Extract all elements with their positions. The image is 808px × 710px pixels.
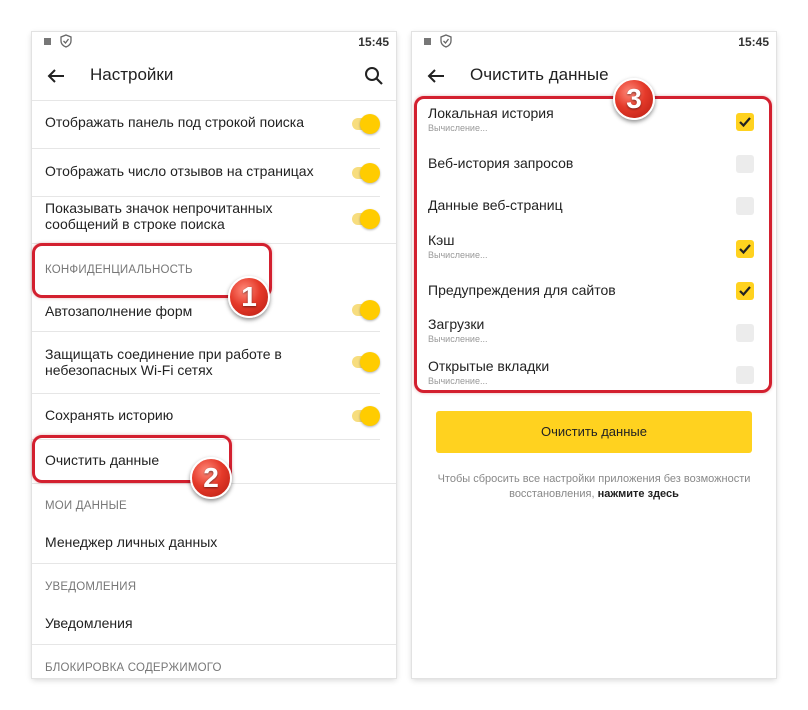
search-icon[interactable] xyxy=(362,64,386,88)
clear-data-button[interactable]: Очистить данные xyxy=(436,411,752,453)
toggle-switch[interactable] xyxy=(352,209,380,229)
status-time: 15:45 xyxy=(738,35,769,49)
setting-label: Менеджер личных данных xyxy=(45,534,218,550)
reset-note: Чтобы сбросить все настройки приложения … xyxy=(436,472,752,502)
reset-note-text: Чтобы сбросить все настройки приложения … xyxy=(437,473,751,500)
setting-label: Отображать число отзывов на страницах xyxy=(45,163,314,179)
setting-row-personal-data-manager[interactable]: Менеджер личных данных xyxy=(32,523,396,563)
section-notifications: Уведомления xyxy=(32,563,396,603)
notification-square-icon xyxy=(44,38,51,45)
setting-label: Отображать панель под строкой поиска xyxy=(45,114,305,130)
step-badge-3: 3 xyxy=(613,78,655,120)
step-badge-1: 1 xyxy=(228,276,270,318)
setting-label: Автозаполнение форм xyxy=(45,303,193,319)
page-title: Настройки xyxy=(90,65,174,84)
toggle-switch[interactable] xyxy=(352,300,380,320)
status-bar: 15:45 xyxy=(32,32,396,52)
page-title: Очистить данные xyxy=(470,65,609,84)
toggle-switch[interactable] xyxy=(352,406,380,426)
status-bar: 15:45 xyxy=(412,32,776,52)
setting-row-unread-icon[interactable]: Показывать значок непрочитанных сообщени… xyxy=(32,196,396,242)
toggle-switch[interactable] xyxy=(352,352,380,372)
highlight-clear-data-options xyxy=(414,96,772,393)
shield-check-icon xyxy=(440,34,452,48)
setting-row-notifications[interactable]: Уведомления xyxy=(32,603,396,643)
settings-screen: 15:45 Настройки Отображать панель под ст… xyxy=(32,32,396,678)
shield-check-icon xyxy=(60,34,72,48)
setting-label: Сохранять историю xyxy=(45,407,174,423)
section-header: Уведомления xyxy=(45,581,137,593)
back-arrow-icon[interactable] xyxy=(44,64,68,88)
setting-label: Показывать значок непрочитанных сообщени… xyxy=(45,200,273,232)
setting-label: Защищать соединение при работе в небезоп… xyxy=(45,346,282,378)
status-time: 15:45 xyxy=(358,35,389,49)
setting-row-protect-wifi[interactable]: Защищать соединение при работе в небезоп… xyxy=(32,331,396,393)
setting-row-save-history[interactable]: Сохранять историю xyxy=(32,393,396,439)
toggle-switch[interactable] xyxy=(352,163,380,183)
step-badge-2: 2 xyxy=(190,457,232,499)
back-arrow-icon[interactable] xyxy=(424,64,448,88)
setting-row-reviews-count[interactable]: Отображать число отзывов на страницах xyxy=(32,148,396,196)
reset-link[interactable]: нажмите здесь xyxy=(598,488,679,500)
section-header: Блокировка содержимого xyxy=(45,662,222,674)
setting-row-panel-under-search[interactable]: Отображать панель под строкой поиска xyxy=(32,100,396,148)
app-bar: Очистить данные xyxy=(412,52,776,100)
setting-label: Уведомления xyxy=(45,615,133,631)
section-header: Мои данные xyxy=(45,500,127,512)
notification-square-icon xyxy=(424,38,431,45)
app-bar: Настройки xyxy=(32,52,396,100)
section-blocking: Блокировка содержимого xyxy=(32,644,396,678)
toggle-switch[interactable] xyxy=(352,114,380,134)
